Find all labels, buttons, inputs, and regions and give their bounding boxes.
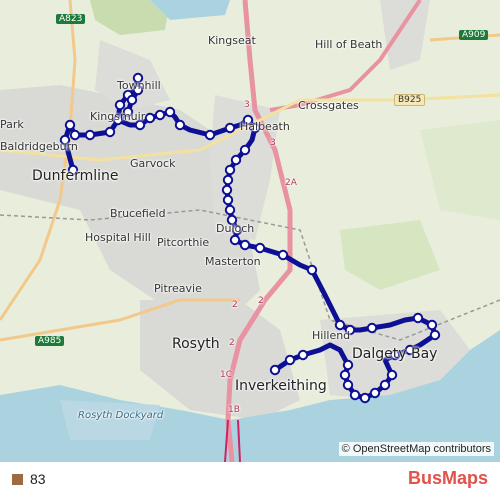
place-label-kingseat: Kingseat xyxy=(208,34,256,47)
place-label-halbeath: Halbeath xyxy=(240,120,290,133)
map-canvas[interactable]: A823 A909 B925 A985 2A 2 2 2 1C 1B 3 3 D… xyxy=(0,0,500,462)
bus-stop-marker[interactable] xyxy=(126,94,138,106)
map-attribution[interactable]: © OpenStreetMap contributors xyxy=(338,442,494,456)
bus-stop-marker[interactable] xyxy=(359,392,371,404)
bus-stop-marker[interactable] xyxy=(229,234,241,246)
busmaps-logo[interactable]: BusMaps xyxy=(408,468,488,489)
town-label-dunfermline: Dunfermline xyxy=(32,168,119,184)
bus-stop-marker[interactable] xyxy=(342,359,354,371)
town-label-rosyth: Rosyth xyxy=(172,336,220,352)
road-shield-b925: B925 xyxy=(394,94,426,106)
place-label-hill-of-beath: Hill of Beath xyxy=(315,38,383,51)
place-label-garvock: Garvock xyxy=(130,157,176,170)
bus-stop-marker[interactable] xyxy=(174,119,186,131)
place-label-duloch: Duloch xyxy=(216,222,255,235)
bus-stop-marker[interactable] xyxy=(412,312,424,324)
road-label-1c: 1C xyxy=(220,370,233,380)
road-shield-a823: A823 xyxy=(56,14,86,24)
bus-stop-marker[interactable] xyxy=(222,174,234,186)
brand-part-maps: Maps xyxy=(441,468,488,488)
place-label-pitreavie: Pitreavie xyxy=(154,282,202,295)
bus-stop-marker[interactable] xyxy=(339,369,351,381)
bus-stop-marker[interactable] xyxy=(334,319,346,331)
legend-bar: 83 BusMaps xyxy=(0,462,500,500)
bus-stop-marker[interactable] xyxy=(426,319,438,331)
place-label-kingsmuir: Kingsmuir xyxy=(90,110,146,123)
bus-stop-marker[interactable] xyxy=(366,322,378,334)
road-label-1b: 1B xyxy=(228,405,240,415)
bus-stop-marker[interactable] xyxy=(221,184,233,196)
bus-stop-marker[interactable] xyxy=(379,379,391,391)
bus-stop-marker[interactable] xyxy=(254,242,266,254)
bus-stop-marker[interactable] xyxy=(104,126,116,138)
bus-stop-marker[interactable] xyxy=(429,329,441,341)
bus-stop-marker[interactable] xyxy=(386,369,398,381)
road-label-2b: 2 xyxy=(232,300,238,310)
place-label-pitcorthie: Pitcorthie xyxy=(157,236,210,249)
place-label-hospital-hill: Hospital Hill xyxy=(85,231,151,244)
place-label-brucefield: Brucefield xyxy=(110,207,166,220)
road-label-2: 2 xyxy=(258,296,264,306)
bus-stop-marker[interactable] xyxy=(69,129,81,141)
place-label-masterton: Masterton xyxy=(205,255,261,268)
bus-stop-marker[interactable] xyxy=(349,389,361,401)
place-label-townhill: Townhill xyxy=(117,79,161,92)
bus-stop-marker[interactable] xyxy=(224,204,236,216)
road-label-2c: 2 xyxy=(229,338,235,348)
bus-stop-marker[interactable] xyxy=(277,249,289,261)
bus-stop-marker[interactable] xyxy=(239,239,251,251)
road-shield-a909: A909 xyxy=(459,30,489,40)
bus-stop-marker[interactable] xyxy=(84,129,96,141)
bus-stop-marker[interactable] xyxy=(144,112,156,124)
place-label-baldridgeburn: Baldridgeburn xyxy=(0,140,78,153)
town-label-inverkeithing: Inverkeithing xyxy=(235,378,327,394)
road-label-2a: 2A xyxy=(285,178,297,188)
bus-stop-marker[interactable] xyxy=(230,154,242,166)
bus-stop-marker[interactable] xyxy=(114,99,126,111)
road-shield-a985: A985 xyxy=(35,336,65,346)
place-label-rosyth-dockyard: Rosyth Dockyard xyxy=(78,410,164,421)
bus-stop-marker[interactable] xyxy=(369,387,381,399)
route-number: 83 xyxy=(30,471,46,487)
bus-stop-marker[interactable] xyxy=(204,129,216,141)
place-label-hillend: Hillend xyxy=(312,329,351,342)
bus-stop-marker[interactable] xyxy=(164,106,176,118)
bus-stop-marker[interactable] xyxy=(297,349,309,361)
bus-stop-marker[interactable] xyxy=(154,109,166,121)
bus-stop-marker[interactable] xyxy=(306,264,318,276)
bus-stop-marker[interactable] xyxy=(239,144,251,156)
bus-stop-marker[interactable] xyxy=(224,122,236,134)
road-label-3: 3 xyxy=(244,100,250,110)
town-label-dalgety-bay: Dalgety Bay xyxy=(352,346,438,362)
bus-stop-marker[interactable] xyxy=(224,164,236,176)
bus-stop-marker[interactable] xyxy=(284,354,296,366)
brand-part-bus: Bus xyxy=(407,468,442,488)
place-label-park: Park xyxy=(0,118,24,131)
route-color-swatch xyxy=(12,474,23,485)
road-label-3b: 3 xyxy=(270,138,276,148)
bus-stop-marker[interactable] xyxy=(222,194,234,206)
place-label-crossgates: Crossgates xyxy=(298,99,359,112)
bus-stop-marker[interactable] xyxy=(269,364,281,376)
bus-stop-marker[interactable] xyxy=(342,379,354,391)
bus-stop-marker[interactable] xyxy=(64,119,76,131)
